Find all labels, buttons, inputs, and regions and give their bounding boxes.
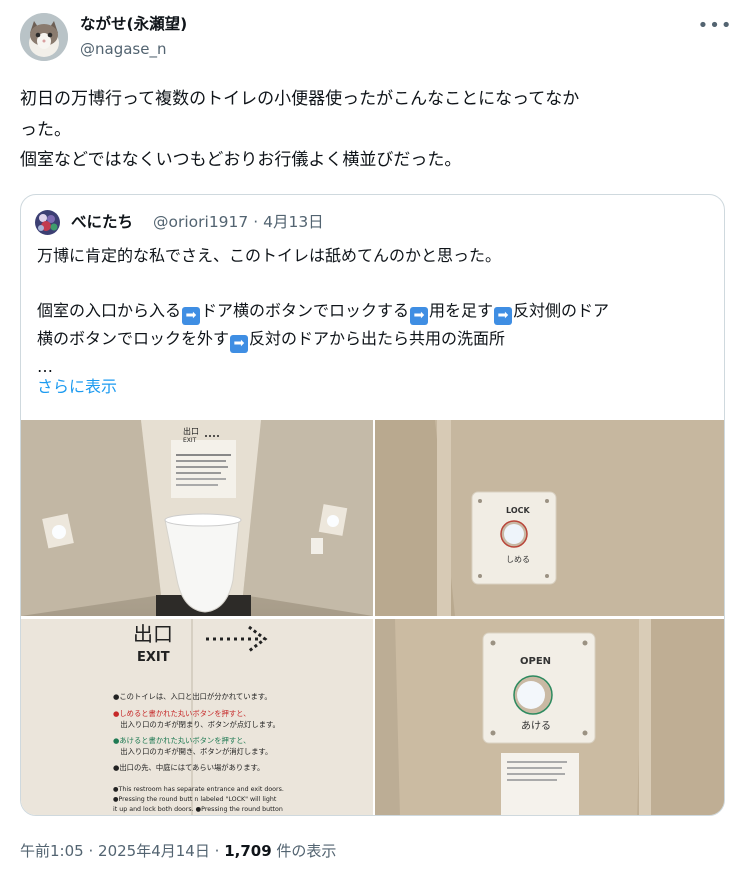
photo-lock-button[interactable]: LOCK しめる (375, 420, 724, 616)
quote-text-line: 横のボタンでロックを外す ➡ 反対のドアから出たら共用の洗面所 (37, 325, 717, 353)
views-label: 件の表示 (276, 842, 337, 860)
exit-sign-sub: EXIT (137, 650, 170, 665)
tweet-text-line: 初日の万博行って複数のトイレの小便器使ったがこんなことになってなか (20, 89, 580, 109)
quote-meta: @oriori1917 · 4月13日 (153, 212, 324, 232)
open-sub-label: あける (521, 720, 551, 732)
open-label: OPEN (520, 656, 551, 667)
tweet-text-line: 個室などではなくいつもどおりお行儀よく横並びだった。 (20, 150, 462, 170)
meta-separator: · (253, 213, 259, 231)
quote-tweet-card[interactable]: べにたち @oriori1917 · 4月13日 万博に肯定的な私でさえ、このト… (20, 194, 725, 816)
quote-segment: 反対側のドア (513, 301, 610, 320)
quote-date[interactable]: 4月13日 (263, 213, 324, 231)
more-horizontal-icon: ••• (697, 14, 733, 36)
notice-line: ●このトイレは、入口と出口が分かれています。 (113, 692, 272, 701)
tweet-text-line: った。 (20, 119, 71, 140)
quote-author-avatar[interactable] (35, 210, 60, 235)
right-arrow-icon: ➡ (410, 307, 429, 325)
photo-urinal-stall[interactable]: 出口 EXIT (21, 420, 373, 616)
meta-separator: · (88, 842, 94, 860)
quote-ellipsis: … (37, 357, 53, 376)
photo-open-button[interactable]: OPEN あける (375, 619, 724, 815)
quote-segment: ドア横のボタンでロックする (201, 301, 410, 320)
author-name[interactable]: ながせ(永瀬望) (80, 13, 187, 35)
quote-text: 万博に肯定的な私でさえ、このトイレは舐めてんのかと思った。 個室の入口から入る ➡… (37, 242, 717, 381)
tweet-text: 初日の万博行って複数のトイレの小便器使ったがこんなことになってなか った。 個室… (20, 84, 720, 176)
more-options-button[interactable]: ••• (697, 10, 733, 40)
quote-author-name[interactable]: べにたち (71, 212, 133, 232)
show-more-link[interactable]: さらに表示 (37, 376, 117, 398)
tweet-date[interactable]: 2025年4月14日 (98, 842, 210, 860)
notice-line-en: ●Pressing the round butt n labeled "LOCK… (113, 796, 277, 803)
tweet-time[interactable]: 午前1:05 (20, 842, 84, 860)
quote-segment: 個室の入口から入る (37, 301, 182, 320)
notice-line: 出入り口のカギが開き、ボタンが消灯します。 (113, 747, 272, 756)
quote-segment: 横のボタンでロックを外す (37, 329, 230, 348)
notice-line: ●出口の先、中庭にはてあらい場があります。 (113, 763, 264, 772)
exit-sign-title: 出口 (183, 426, 199, 436)
notice-line: 出入り口のカギが閉まり、ボタンが点灯します。 (113, 720, 280, 729)
right-arrow-icon: ➡ (182, 307, 201, 325)
notice-line-en: ●This restroom has separate entrance and… (113, 786, 284, 793)
quote-text-line: 万博に肯定的な私でさえ、このトイレは舐めてんのかと思った。 (37, 246, 502, 265)
photo-exit-sign[interactable]: 出口 EXIT ●このトイレは、入口と出口が分かれています。 ●しめると書かれた… (21, 619, 373, 815)
lock-sub-label: しめる (506, 555, 530, 564)
author-avatar[interactable] (20, 13, 68, 61)
quote-blank-line (37, 270, 717, 298)
exit-sign-sub: EXIT (183, 437, 197, 444)
quote-segment: 反対のドアから出たら共用の洗面所 (249, 329, 506, 348)
tweet-timestamp: 午前1:05 · 2025年4月14日 · 1,709 件の表示 (20, 840, 336, 862)
notice-line: ●しめると書かれた丸いボタンを押すと、 (113, 709, 250, 718)
quote-author-handle[interactable]: @oriori1917 (153, 213, 248, 231)
notice-line: ●あけると書かれた丸いボタンを押すと、 (113, 736, 250, 745)
exit-sign-title: 出口 (133, 622, 173, 646)
views-count[interactable]: 1,709 (224, 842, 271, 860)
meta-separator: · (214, 842, 220, 860)
quote-text-line: 個室の入口から入る ➡ ドア横のボタンでロックする ➡ 用を足す ➡ 反対側のドア (37, 297, 717, 325)
lock-label: LOCK (506, 506, 530, 515)
right-arrow-icon: ➡ (494, 307, 513, 325)
notice-line-en: it up and lock both doors. ●Pressing the… (113, 806, 283, 813)
author-handle[interactable]: @nagase_n (80, 38, 166, 60)
quote-segment: 用を足す (429, 301, 494, 320)
right-arrow-icon: ➡ (230, 335, 249, 353)
